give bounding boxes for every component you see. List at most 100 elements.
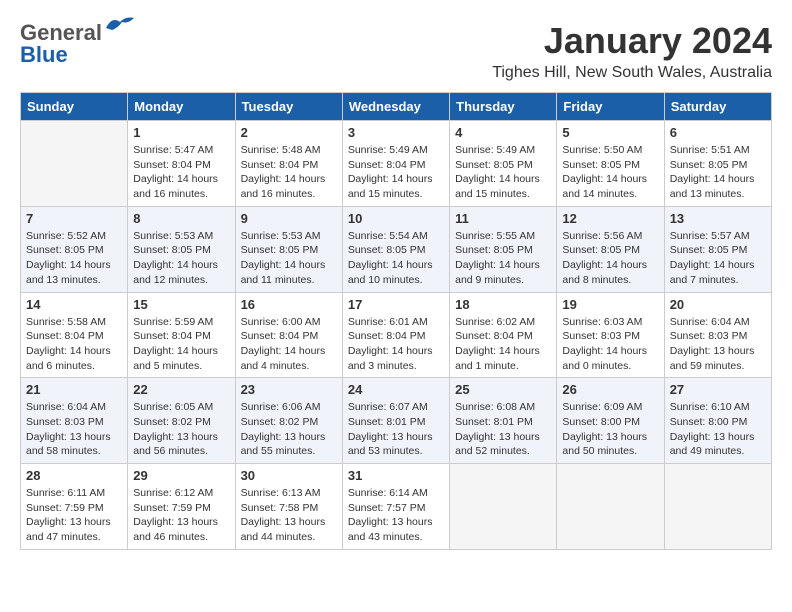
- calendar-week-row: 7Sunrise: 5:52 AMSunset: 8:05 PMDaylight…: [21, 206, 772, 292]
- day-info: Sunrise: 6:02 AMSunset: 8:04 PMDaylight:…: [455, 315, 551, 374]
- day-info: Sunrise: 5:48 AMSunset: 8:04 PMDaylight:…: [241, 143, 337, 202]
- day-info: Sunrise: 6:10 AMSunset: 8:00 PMDaylight:…: [670, 400, 766, 459]
- day-number: 29: [133, 468, 229, 483]
- day-info: Sunrise: 5:55 AMSunset: 8:05 PMDaylight:…: [455, 229, 551, 288]
- day-number: 30: [241, 468, 337, 483]
- day-info: Sunrise: 6:00 AMSunset: 8:04 PMDaylight:…: [241, 315, 337, 374]
- table-row: [557, 464, 664, 550]
- calendar-week-row: 28Sunrise: 6:11 AMSunset: 7:59 PMDayligh…: [21, 464, 772, 550]
- day-number: 28: [26, 468, 122, 483]
- day-number: 31: [348, 468, 444, 483]
- table-row: 7Sunrise: 5:52 AMSunset: 8:05 PMDaylight…: [21, 206, 128, 292]
- day-number: 25: [455, 382, 551, 397]
- day-info: Sunrise: 5:53 AMSunset: 8:05 PMDaylight:…: [241, 229, 337, 288]
- table-row: 17 Sunrise: 6:01 AMSunset: 8:04 PMDayligh…: [342, 292, 449, 378]
- day-info: Sunrise: 5:56 AMSunset: 8:05 PMDaylight:…: [562, 229, 658, 288]
- table-row: 12Sunrise: 5:56 AMSunset: 8:05 PMDayligh…: [557, 206, 664, 292]
- day-info: Sunrise: 6:07 AMSunset: 8:01 PMDaylight:…: [348, 400, 444, 459]
- day-number: 26: [562, 382, 658, 397]
- table-row: 22 Sunrise: 6:05 AMSunset: 8:02 PMDayligh…: [128, 378, 235, 464]
- day-info: Sunrise: 5:54 AMSunset: 8:05 PMDaylight:…: [348, 229, 444, 288]
- col-thursday: Thursday: [450, 93, 557, 121]
- table-row: 14 Sunrise: 5:58 AMSunset: 8:04 PMDayligh…: [21, 292, 128, 378]
- day-info: Sunrise: 5:49 AMSunset: 8:04 PMDaylight:…: [348, 143, 444, 202]
- day-number: 1: [133, 125, 229, 140]
- day-info: Sunrise: 6:06 AMSunset: 8:02 PMDaylight:…: [241, 400, 337, 459]
- col-tuesday: Tuesday: [235, 93, 342, 121]
- table-row: 6 Sunrise: 5:51 AMSunset: 8:05 PMDaylight…: [664, 121, 771, 207]
- logo: General Blue: [20, 20, 136, 68]
- day-number: 18: [455, 297, 551, 312]
- col-friday: Friday: [557, 93, 664, 121]
- table-row: 29Sunrise: 6:12 AMSunset: 7:59 PMDayligh…: [128, 464, 235, 550]
- day-info: Sunrise: 6:04 AMSunset: 8:03 PMDaylight:…: [26, 400, 122, 459]
- day-info: Sunrise: 6:09 AMSunset: 8:00 PMDaylight:…: [562, 400, 658, 459]
- month-title: January 2024: [492, 20, 772, 62]
- day-info: Sunrise: 5:50 AMSunset: 8:05 PMDaylight:…: [562, 143, 658, 202]
- table-row: 13Sunrise: 5:57 AMSunset: 8:05 PMDayligh…: [664, 206, 771, 292]
- table-row: 8 Sunrise: 5:53 AMSunset: 8:05 PMDaylight…: [128, 206, 235, 292]
- col-monday: Monday: [128, 93, 235, 121]
- day-number: 8: [133, 211, 229, 226]
- day-number: 3: [348, 125, 444, 140]
- table-row: 26 Sunrise: 6:09 AMSunset: 8:00 PMDayligh…: [557, 378, 664, 464]
- day-number: 2: [241, 125, 337, 140]
- day-info: Sunrise: 6:03 AMSunset: 8:03 PMDaylight:…: [562, 315, 658, 374]
- col-sunday: Sunday: [21, 93, 128, 121]
- day-info: Sunrise: 5:47 AMSunset: 8:04 PMDaylight:…: [133, 143, 229, 202]
- calendar-table: Sunday Monday Tuesday Wednesday Thursday…: [20, 92, 772, 550]
- table-row: 5 Sunrise: 5:50 AMSunset: 8:05 PMDaylight…: [557, 121, 664, 207]
- day-info: Sunrise: 5:51 AMSunset: 8:05 PMDaylight:…: [670, 143, 766, 202]
- day-number: 21: [26, 382, 122, 397]
- table-row: 9 Sunrise: 5:53 AMSunset: 8:05 PMDaylight…: [235, 206, 342, 292]
- location-title: Tighes Hill, New South Wales, Australia: [492, 64, 772, 82]
- day-info: Sunrise: 5:52 AMSunset: 8:05 PMDaylight:…: [26, 229, 122, 288]
- calendar-week-row: 1 Sunrise: 5:47 AMSunset: 8:04 PMDaylight…: [21, 121, 772, 207]
- day-number: 10: [348, 211, 444, 226]
- day-info: Sunrise: 6:08 AMSunset: 8:01 PMDaylight:…: [455, 400, 551, 459]
- table-row: 1 Sunrise: 5:47 AMSunset: 8:04 PMDaylight…: [128, 121, 235, 207]
- day-number: 15: [133, 297, 229, 312]
- day-info: Sunrise: 6:14 AMSunset: 7:57 PMDaylight:…: [348, 486, 444, 545]
- day-number: 4: [455, 125, 551, 140]
- day-info: Sunrise: 6:04 AMSunset: 8:03 PMDaylight:…: [670, 315, 766, 374]
- table-row: 4Sunrise: 5:49 AMSunset: 8:05 PMDaylight…: [450, 121, 557, 207]
- day-number: 16: [241, 297, 337, 312]
- day-number: 11: [455, 211, 551, 226]
- table-row: 25 Sunrise: 6:08 AMSunset: 8:01 PMDayligh…: [450, 378, 557, 464]
- day-number: 6: [670, 125, 766, 140]
- table-row: 10 Sunrise: 5:54 AMSunset: 8:05 PMDayligh…: [342, 206, 449, 292]
- day-info: Sunrise: 5:59 AMSunset: 8:04 PMDaylight:…: [133, 315, 229, 374]
- day-number: 20: [670, 297, 766, 312]
- calendar-week-row: 21 Sunrise: 6:04 AMSunset: 8:03 PMDayligh…: [21, 378, 772, 464]
- table-row: 11 Sunrise: 5:55 AMSunset: 8:05 PMDayligh…: [450, 206, 557, 292]
- table-row: 28Sunrise: 6:11 AMSunset: 7:59 PMDayligh…: [21, 464, 128, 550]
- day-number: 14: [26, 297, 122, 312]
- table-row: [664, 464, 771, 550]
- day-number: 9: [241, 211, 337, 226]
- day-info: Sunrise: 5:57 AMSunset: 8:05 PMDaylight:…: [670, 229, 766, 288]
- table-row: 24 Sunrise: 6:07 AMSunset: 8:01 PMDayligh…: [342, 378, 449, 464]
- day-number: 5: [562, 125, 658, 140]
- col-saturday: Saturday: [664, 93, 771, 121]
- table-row: 20 Sunrise: 6:04 AMSunset: 8:03 PMDayligh…: [664, 292, 771, 378]
- day-info: Sunrise: 6:01 AMSunset: 8:04 PMDaylight:…: [348, 315, 444, 374]
- table-row: 3 Sunrise: 5:49 AMSunset: 8:04 PMDaylight…: [342, 121, 449, 207]
- day-info: Sunrise: 5:58 AMSunset: 8:04 PMDaylight:…: [26, 315, 122, 374]
- day-number: 22: [133, 382, 229, 397]
- table-row: 15 Sunrise: 5:59 AMSunset: 8:04 PMDayligh…: [128, 292, 235, 378]
- table-row: [21, 121, 128, 207]
- table-row: 27 Sunrise: 6:10 AMSunset: 8:00 PMDayligh…: [664, 378, 771, 464]
- table-row: 19Sunrise: 6:03 AMSunset: 8:03 PMDayligh…: [557, 292, 664, 378]
- table-row: 16 Sunrise: 6:00 AMSunset: 8:04 PMDayligh…: [235, 292, 342, 378]
- day-number: 17: [348, 297, 444, 312]
- table-row: 31 Sunrise: 6:14 AMSunset: 7:57 PMDayligh…: [342, 464, 449, 550]
- day-number: 27: [670, 382, 766, 397]
- day-number: 24: [348, 382, 444, 397]
- day-info: Sunrise: 6:13 AMSunset: 7:58 PMDaylight:…: [241, 486, 337, 545]
- day-info: Sunrise: 6:05 AMSunset: 8:02 PMDaylight:…: [133, 400, 229, 459]
- table-row: 2 Sunrise: 5:48 AMSunset: 8:04 PMDaylight…: [235, 121, 342, 207]
- table-row: 23Sunrise: 6:06 AMSunset: 8:02 PMDayligh…: [235, 378, 342, 464]
- day-info: Sunrise: 5:53 AMSunset: 8:05 PMDaylight:…: [133, 229, 229, 288]
- title-area: January 2024 Tighes Hill, New South Wale…: [492, 20, 772, 82]
